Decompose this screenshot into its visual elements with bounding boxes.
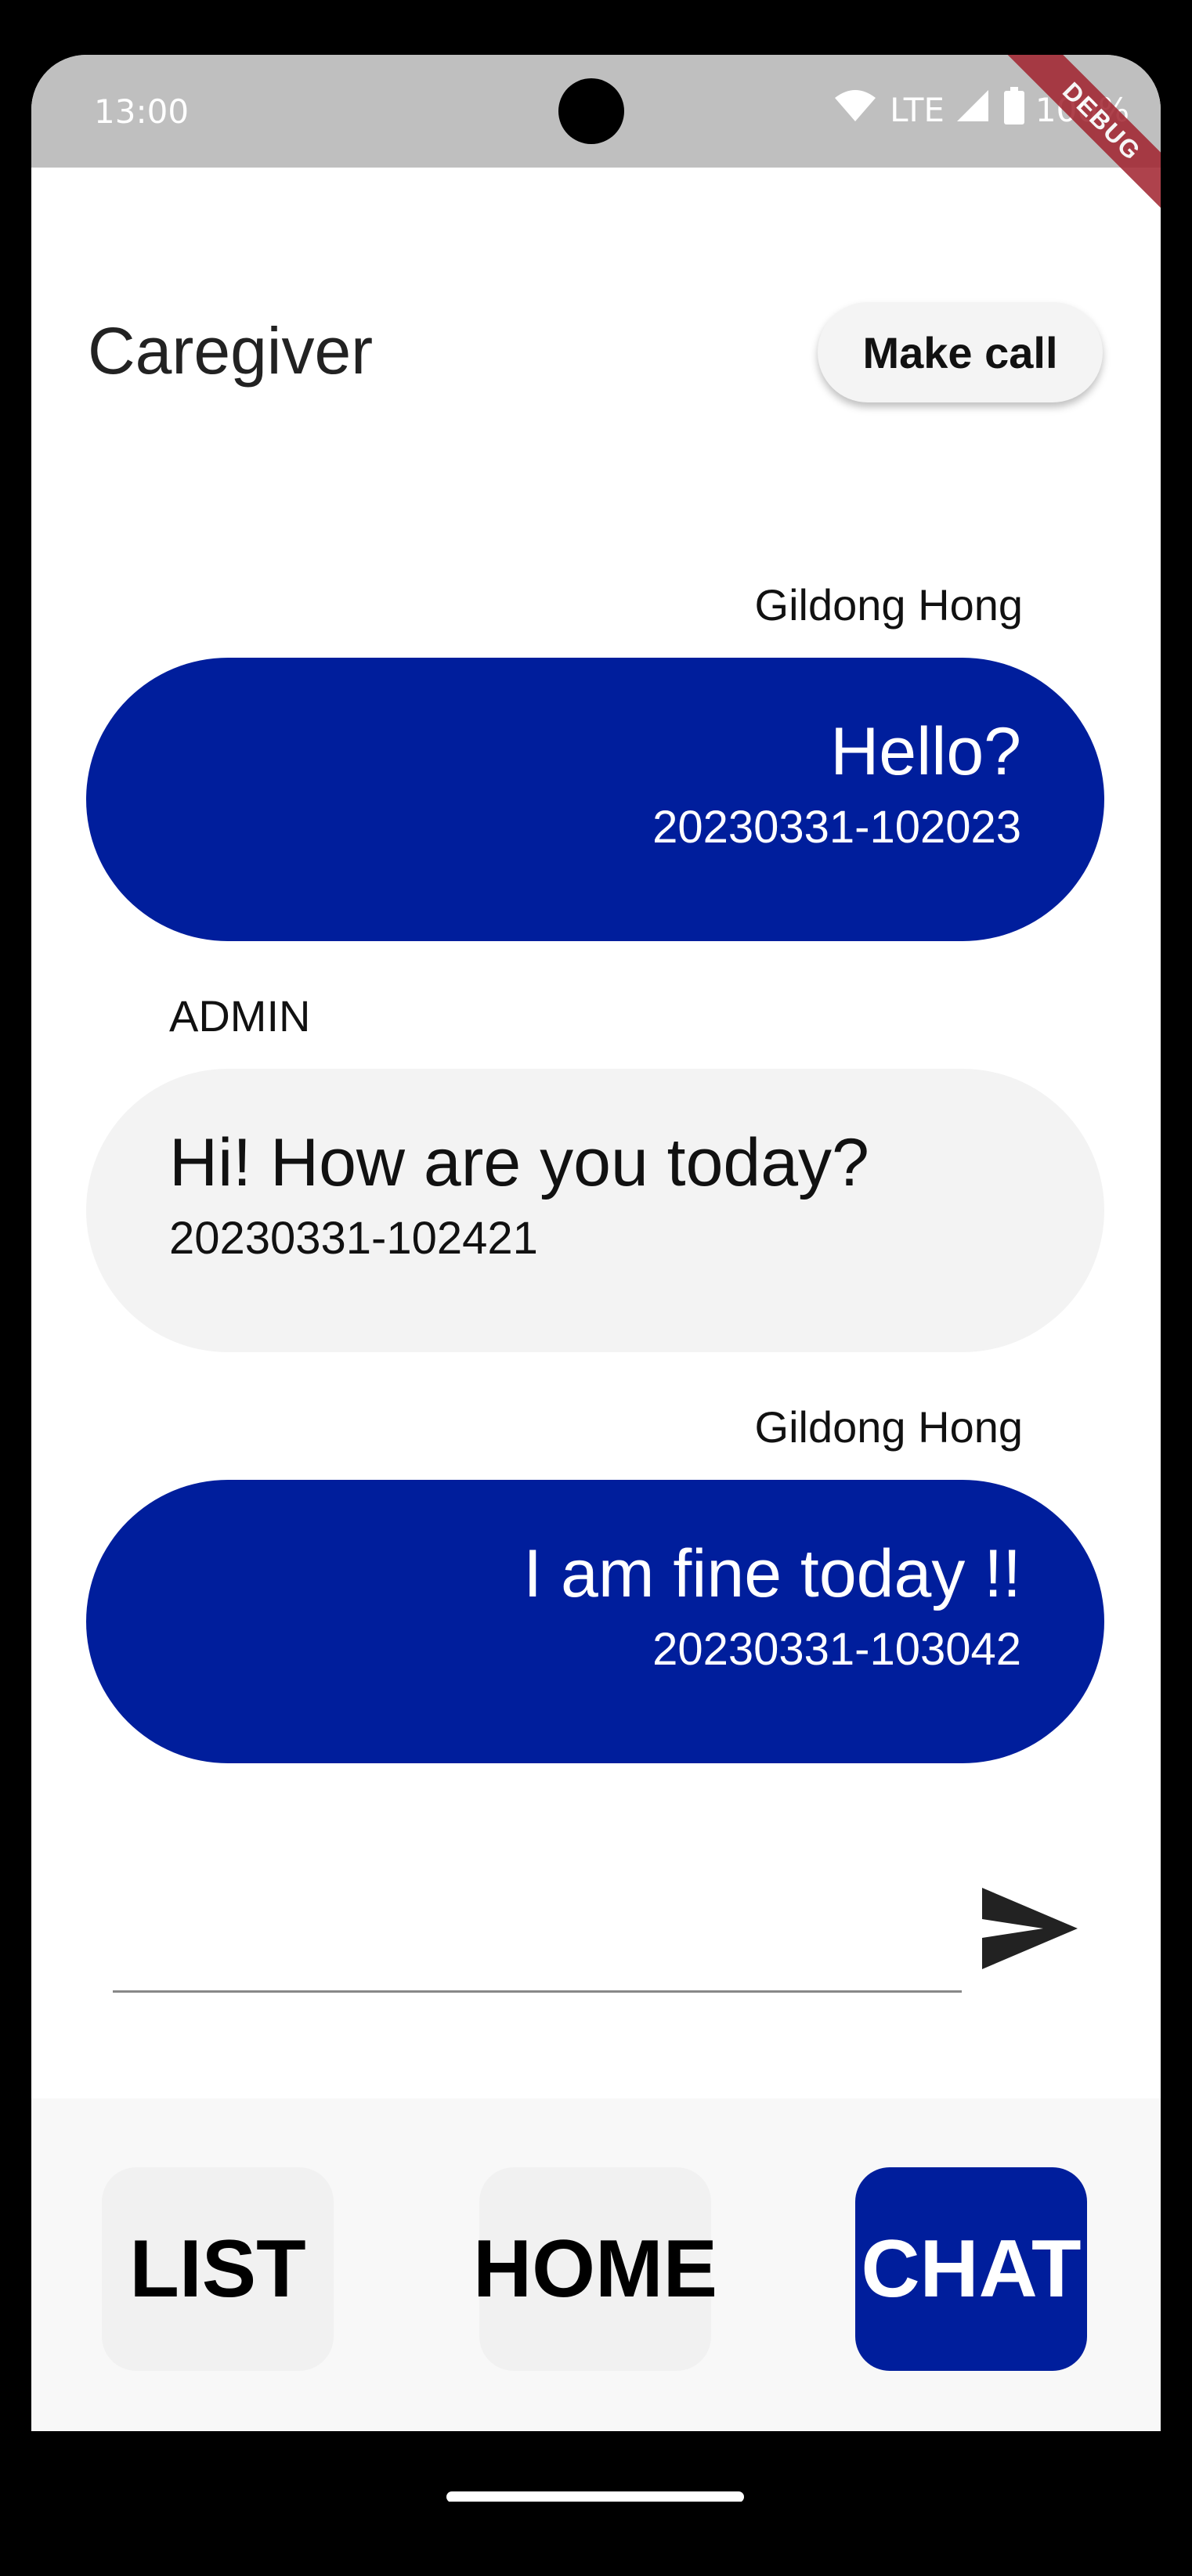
debug-banner: DEBUG: [996, 55, 1161, 227]
message-timestamp: 20230331-102023: [652, 802, 1021, 853]
message-bubble-outgoing: I am fine today !! 20230331-103042: [86, 1480, 1104, 1763]
signal-icon: [955, 88, 990, 131]
message-timestamp: 20230331-102421: [169, 1213, 538, 1264]
status-bar: 13:00 LTE 100% DEBUG: [31, 55, 1161, 227]
nav-home-button[interactable]: HOME: [473, 2167, 717, 2371]
message-sender: Gildong Hong: [754, 1402, 1023, 1452]
wifi-icon: [833, 88, 877, 131]
message-bubble-incoming: Hi! How are you today? 20230331-102421: [86, 1069, 1104, 1352]
message-bubble-outgoing: Hello? 20230331-102023: [86, 658, 1104, 941]
message-sender: Gildong Hong: [754, 580, 1023, 630]
message-text: Hello?: [830, 714, 1021, 789]
network-type: LTE: [890, 90, 945, 129]
message-timestamp: 20230331-103042: [652, 1624, 1021, 1675]
device-frame: 13:00 LTE 100% DEBUG Caregiver Make call…: [0, 0, 1192, 2576]
message-input[interactable]: [113, 1903, 962, 1993]
app-screen: 13:00 LTE 100% DEBUG Caregiver Make call…: [31, 55, 1161, 2502]
battery-icon: [1003, 87, 1024, 132]
send-button[interactable]: [971, 1871, 1089, 1989]
camera-cutout: [558, 78, 624, 144]
nav-chat-button[interactable]: CHAT: [855, 2167, 1087, 2371]
home-indicator[interactable]: [446, 2491, 744, 2502]
send-icon: [981, 1886, 1079, 1975]
message-sender: ADMIN: [169, 991, 311, 1041]
status-time: 13:00: [94, 92, 190, 131]
message-text: I am fine today !!: [523, 1536, 1021, 1611]
nav-list-button[interactable]: LIST: [102, 2167, 334, 2371]
message-text: Hi! How are you today?: [169, 1125, 869, 1200]
page-title: Caregiver: [88, 314, 374, 388]
bottom-navigation: LIST HOME CHAT: [31, 2098, 1161, 2431]
make-call-button[interactable]: Make call: [818, 302, 1103, 402]
